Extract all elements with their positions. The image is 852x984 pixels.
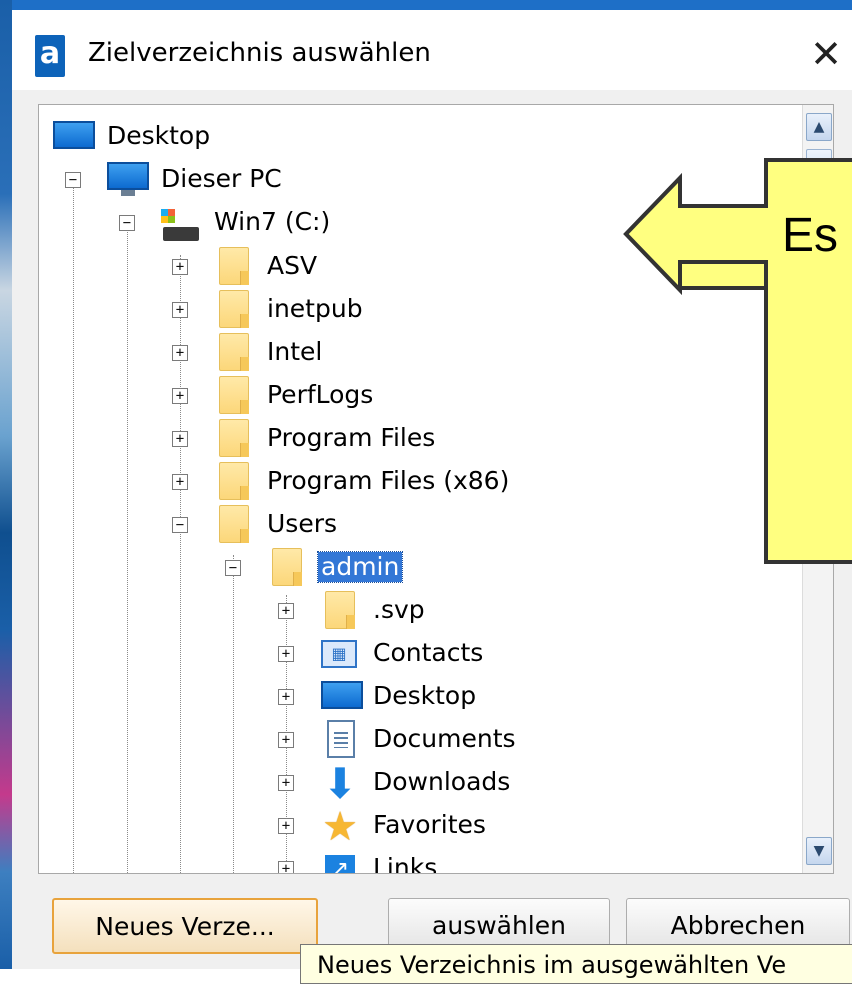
- links-icon: ↗: [325, 855, 355, 873]
- expand-toggle[interactable]: +: [278, 603, 294, 619]
- expand-toggle[interactable]: +: [278, 646, 294, 662]
- callout-text: Es: [782, 209, 839, 262]
- tree-node-folder[interactable]: + Program Files: [39, 419, 739, 459]
- tooltip: Neues Verzeichnis im ausgewählten Ve: [300, 944, 852, 984]
- tree-node-drive-c[interactable]: − Win7 (C:): [39, 205, 739, 245]
- desktop-icon: [321, 681, 363, 709]
- contacts-icon: ▦: [321, 640, 357, 668]
- expand-toggle[interactable]: +: [278, 861, 294, 873]
- expand-toggle[interactable]: +: [172, 388, 188, 404]
- tree-node-label: Favorites: [373, 810, 486, 839]
- expand-toggle[interactable]: +: [278, 689, 294, 705]
- tree-node-folder[interactable]: + PerfLogs: [39, 376, 739, 416]
- tree-node-desktop-folder[interactable]: + Desktop: [39, 677, 739, 717]
- tree-node-label: .svp: [373, 595, 425, 624]
- select-folder-dialog: a Zielverzeichnis auswählen ✕ Desktop − …: [12, 0, 852, 969]
- tree-node-desktop[interactable]: Desktop: [39, 119, 739, 159]
- tree-node-label: Downloads: [373, 767, 511, 796]
- scroll-up-button[interactable]: ▲: [806, 113, 832, 141]
- desktop-background-strip: [0, 0, 12, 969]
- tree-node-contacts[interactable]: + ▦ Contacts: [39, 634, 739, 674]
- tree-node-links[interactable]: + ↗ Links: [39, 849, 739, 874]
- tree-node-label: Program Files (x86): [267, 466, 510, 495]
- tree-node-folder[interactable]: + ASV: [39, 247, 739, 287]
- tree-node-label: Links: [373, 853, 438, 874]
- tree-node-label: Documents: [373, 724, 516, 753]
- tree-node-label: Program Files: [267, 423, 436, 452]
- tree-node-folder[interactable]: + inetpub: [39, 290, 739, 330]
- expand-toggle[interactable]: +: [278, 775, 294, 791]
- scroll-thumb[interactable]: [806, 149, 832, 177]
- tree-node-folder[interactable]: + Program Files (x86): [39, 462, 739, 502]
- collapse-toggle[interactable]: −: [65, 172, 81, 188]
- folder-icon: [219, 290, 249, 328]
- title-bar: a Zielverzeichnis auswählen ✕: [12, 10, 852, 90]
- collapse-toggle[interactable]: −: [225, 560, 241, 576]
- scroll-down-button[interactable]: ▼: [806, 837, 832, 865]
- collapse-toggle[interactable]: −: [119, 215, 135, 231]
- expand-toggle[interactable]: +: [172, 259, 188, 275]
- tree-node-documents[interactable]: + Documents: [39, 720, 739, 760]
- documents-icon: [327, 720, 355, 758]
- expand-toggle[interactable]: +: [278, 732, 294, 748]
- folder-icon: [219, 505, 249, 543]
- tree-node-label: Contacts: [373, 638, 484, 667]
- new-folder-button[interactable]: Neues Verze...: [52, 898, 318, 954]
- tree-node-label: inetpub: [267, 294, 363, 323]
- folder-icon: [219, 462, 249, 500]
- app-logo-icon: a: [35, 35, 65, 77]
- drive-icon: [161, 209, 199, 241]
- computer-icon: [107, 162, 149, 196]
- folder-icon: [272, 548, 302, 586]
- folder-icon: [219, 333, 249, 371]
- tree-node-folder[interactable]: + Intel: [39, 333, 739, 373]
- expand-toggle[interactable]: +: [172, 345, 188, 361]
- close-button[interactable]: ✕: [800, 28, 852, 80]
- tree-node-label: ASV: [267, 251, 318, 280]
- folder-icon: [219, 247, 249, 285]
- folder-icon: [325, 591, 355, 629]
- dialog-title: Zielverzeichnis auswählen: [88, 38, 431, 68]
- folder-tree[interactable]: Desktop − Dieser PC − Win7 (C:) + ASV + …: [38, 104, 834, 874]
- tree-node-label-selected: admin: [316, 551, 404, 583]
- tree-node-label: Desktop: [107, 121, 211, 150]
- tree-node-folder[interactable]: − Users: [39, 505, 739, 545]
- tree-node-this-pc[interactable]: − Dieser PC: [39, 162, 739, 202]
- tree-node-label: Intel: [267, 337, 323, 366]
- folder-icon: [219, 376, 249, 414]
- tree-node-label: Desktop: [373, 681, 477, 710]
- tree-node-label: Users: [267, 509, 338, 538]
- downloads-icon: ⬇: [322, 759, 358, 808]
- tree-node-favorites[interactable]: + ★ Favorites: [39, 804, 739, 850]
- expand-toggle[interactable]: +: [278, 818, 294, 834]
- expand-toggle[interactable]: +: [172, 474, 188, 490]
- tree-node-label: Win7 (C:): [214, 207, 331, 236]
- expand-toggle[interactable]: +: [172, 302, 188, 318]
- expand-toggle[interactable]: +: [172, 431, 188, 447]
- desktop-icon: [53, 121, 95, 149]
- folder-icon: [219, 419, 249, 457]
- tree-node-admin[interactable]: − admin: [39, 548, 739, 588]
- collapse-toggle[interactable]: −: [172, 517, 188, 533]
- tree-node-downloads[interactable]: + ⬇ Downloads: [39, 759, 739, 808]
- tree-node-folder[interactable]: + .svp: [39, 591, 739, 631]
- tree-node-label: PerfLogs: [267, 380, 374, 409]
- tree-node-label: Dieser PC: [161, 164, 282, 193]
- favorites-icon: ★: [322, 804, 358, 850]
